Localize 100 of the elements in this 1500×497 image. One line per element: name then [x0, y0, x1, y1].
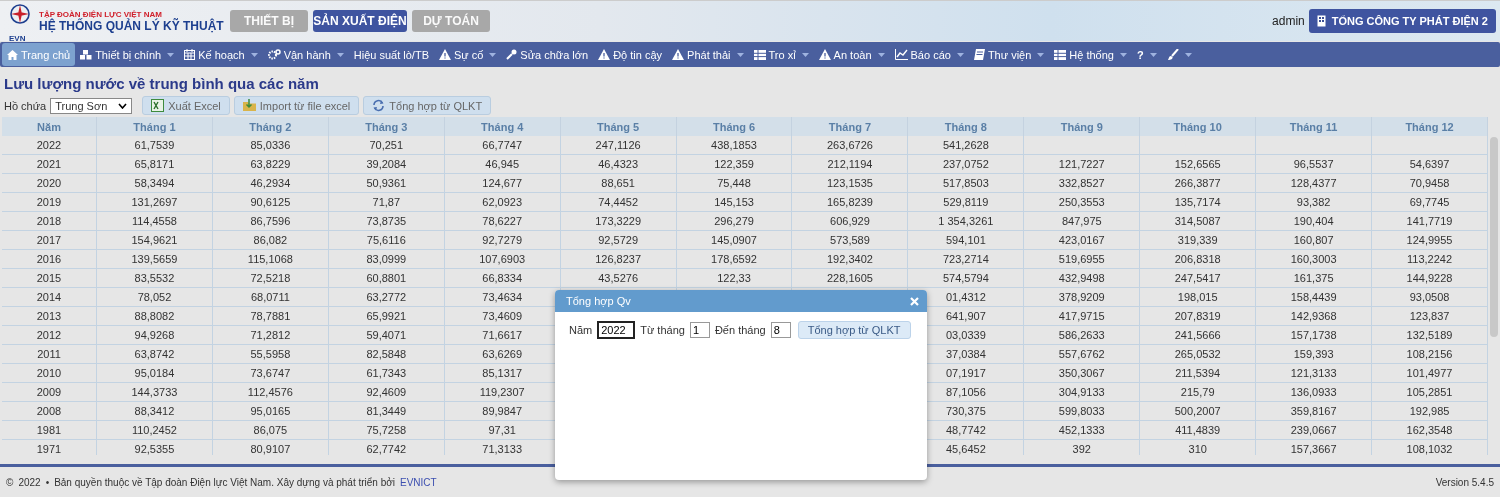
column-header[interactable]: Tháng 12 [1372, 117, 1488, 136]
table-cell: 85,0336 [212, 136, 329, 155]
nav-item[interactable]: Thiết bị chính [75, 43, 180, 66]
column-header[interactable]: Năm [2, 117, 97, 136]
column-header[interactable]: Tháng 6 [676, 117, 793, 136]
nav-item[interactable]: Báo cáo [889, 43, 969, 66]
copyright-text: Bản quyền thuộc về Tập đoàn Điện lực Việt Nam. Xây dựng và phát triển bởi [54, 476, 396, 488]
nav-item[interactable]: Sửa chữa lớn [501, 43, 594, 66]
table-cell: 573,589 [792, 231, 909, 250]
table-cell: 165,8239 [792, 193, 909, 212]
toolbar-button[interactable]: Tổng hợp từ QLKT [363, 96, 492, 115]
table-cell: 73,6747 [212, 364, 329, 383]
table-cell: 58,3494 [97, 174, 213, 193]
table-cell: 304,9133 [1024, 383, 1141, 402]
table-cell: 190,404 [1256, 212, 1373, 231]
table-cell: 359,8167 [1256, 402, 1373, 421]
toolbar-button[interactable]: Import từ file excel [233, 96, 360, 115]
table-cell: 114,4558 [97, 212, 213, 231]
column-header[interactable]: Tháng 9 [1024, 117, 1141, 136]
table-cell: 157,1738 [1256, 326, 1373, 345]
table-cell: 161,375 [1256, 269, 1373, 288]
table-cell: 198,015 [1140, 288, 1257, 307]
nav-item[interactable]: Hệ thống [1049, 43, 1132, 66]
table-cell: 2016 [2, 250, 97, 269]
table-cell: 65,8171 [97, 155, 213, 174]
table-cell: 63,2772 [328, 288, 445, 307]
table-cell: 2012 [2, 326, 97, 345]
table-cell: 2018 [2, 212, 97, 231]
table-cell: 2011 [2, 345, 97, 364]
nav-item[interactable]: Phát thải [667, 43, 749, 66]
input-field[interactable]: 2022 [597, 321, 636, 339]
column-header[interactable]: Tháng 5 [560, 117, 677, 136]
table-cell: 594,101 [908, 231, 1025, 250]
table-cell: 228,1605 [792, 269, 909, 288]
table-cell: 1971 [2, 440, 97, 455]
table-cell: 128,4377 [1256, 174, 1373, 193]
table-cell: 92,5355 [97, 440, 213, 455]
table-cell: 88,8082 [97, 307, 213, 326]
table-cell: 122,33 [676, 269, 793, 288]
table-cell: 83,5532 [97, 269, 213, 288]
table-cell: 93,382 [1256, 193, 1373, 212]
table-cell: 154,9621 [97, 231, 213, 250]
table-cell: 72,5218 [212, 269, 329, 288]
table-cell: 2013 [2, 307, 97, 326]
nav-item[interactable]: Độ tin cậy [593, 43, 668, 66]
column-header[interactable]: Tháng 4 [444, 117, 561, 136]
nav-item[interactable]: Tro xỉ [748, 43, 814, 66]
table-cell: 75,448 [676, 174, 793, 193]
column-header[interactable]: Tháng 1 [97, 117, 213, 136]
nav-item[interactable]: Vận hành [262, 43, 349, 66]
column-header[interactable]: Tháng 2 [212, 117, 329, 136]
table-cell: 574,5794 [908, 269, 1025, 288]
field-label: Đến tháng [714, 324, 766, 336]
nav-item[interactable]: Sự cố [433, 43, 502, 66]
version-text: Version 5.4.5 [1435, 476, 1494, 488]
nav-item[interactable]: ? [1132, 43, 1162, 66]
column-header[interactable]: Tháng 3 [328, 117, 445, 136]
gears-icon [267, 49, 281, 60]
table-cell: 61,7343 [328, 364, 445, 383]
company-button[interactable]: TỔNG CÔNG TY PHÁT ĐIỆN 2 [1308, 9, 1496, 33]
nav-item[interactable]: An toàn [813, 43, 890, 66]
table-cell: 144,9228 [1372, 269, 1488, 288]
logo-text: EVN [9, 33, 26, 43]
reservoir-select[interactable]: Trung Sơn [50, 97, 133, 114]
dialog-title: Tổng hợp Qv [566, 295, 631, 307]
nav-item[interactable]: Hiệu suất lò/TB [348, 43, 434, 66]
input-field[interactable]: 1 [689, 322, 710, 338]
table-cell: 2017 [2, 231, 97, 250]
table-cell: 2010 [2, 364, 97, 383]
column-header[interactable]: Tháng 11 [1256, 117, 1373, 136]
table-cell: 96,5537 [1256, 155, 1373, 174]
close-icon[interactable] [910, 296, 919, 306]
column-header[interactable]: Tháng 7 [792, 117, 909, 136]
org-name: TẬP ĐOÀN ĐIỆN LỰC VIỆT NAM [39, 9, 163, 19]
table-cell: 160,3003 [1256, 250, 1373, 269]
table-cell: 83,0999 [328, 250, 445, 269]
nav-item[interactable]: Thư viện [968, 43, 1050, 66]
toolbar-button[interactable]: Xuất Excel [142, 96, 230, 115]
column-header[interactable]: Tháng 8 [908, 117, 1025, 136]
nav-item[interactable]: Kế hoạch [179, 43, 263, 66]
table-cell: 71,87 [328, 193, 445, 212]
sync-button[interactable]: Tổng hợp từ QLKT [797, 321, 911, 339]
user-name: admin [1272, 14, 1305, 28]
table-cell: 92,4609 [328, 383, 445, 402]
input-field[interactable]: 8 [770, 322, 791, 338]
scroll-thumb[interactable] [1490, 137, 1498, 337]
table-cell: 70,9458 [1372, 174, 1488, 193]
table-cell: 78,7881 [212, 307, 329, 326]
table-cell: 152,6565 [1140, 155, 1257, 174]
column-header[interactable]: Tháng 10 [1140, 117, 1257, 136]
copyright-year: 2022 [18, 476, 41, 488]
table-cell: 61,7539 [97, 136, 213, 155]
developer-link[interactable]: EVNICT [400, 476, 437, 488]
warning-icon [672, 49, 685, 60]
table-cell: 173,3229 [560, 212, 677, 231]
table-cell: 519,6955 [1024, 250, 1141, 269]
table-cell: 332,8527 [1024, 174, 1141, 193]
module-tab[interactable]: SẢN XUẤT ĐIỆN [313, 10, 407, 32]
table-cell: 136,0933 [1256, 383, 1373, 402]
table-cell: 159,393 [1256, 345, 1373, 364]
